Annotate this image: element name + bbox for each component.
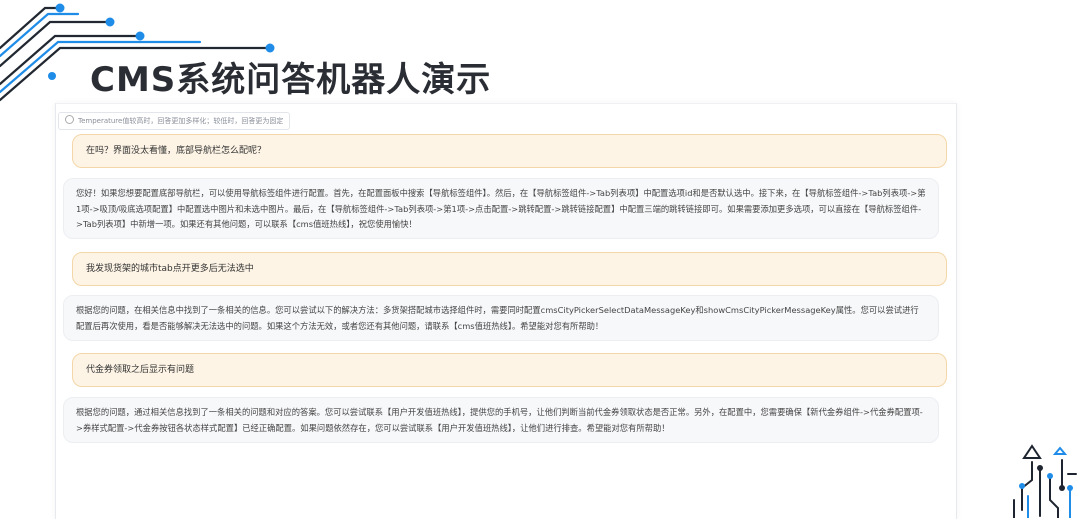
temperature-hint: Temperature值较高时，回答更加多样化；较低时，回答更为固定	[58, 112, 291, 130]
info-icon	[65, 115, 74, 124]
chat-panel: Temperature值较高时，回答更加多样化；较低时，回答更为固定 在吗？界面…	[55, 103, 957, 519]
assistant-message: 根据您的问题，通过相关信息找到了一条相关的问题和对应的答案。您可以尝试联系【用户…	[63, 397, 939, 443]
page-title: CMS系统问答机器人演示	[90, 60, 492, 100]
circuit-logo-icon	[1013, 444, 1077, 518]
temperature-hint-text: Temperature值较高时，回答更加多样化；较低时，回答更为固定	[78, 117, 284, 125]
user-message: 代金券领取之后显示有问题	[72, 353, 947, 387]
assistant-message: 您好！如果您想要配置底部导航栏，可以使用导航标签组件进行配置。首先，在配置面板中…	[63, 178, 939, 239]
assistant-message: 根据您的问题，在相关信息中找到了一条相关的信息。您可以尝试以下的解决方法：多货架…	[63, 295, 939, 341]
user-message: 我发现货架的城市tab点开更多后无法选中	[72, 252, 947, 286]
user-message: 在吗？界面没太看懂，底部导航栏怎么配呢？	[72, 134, 947, 168]
